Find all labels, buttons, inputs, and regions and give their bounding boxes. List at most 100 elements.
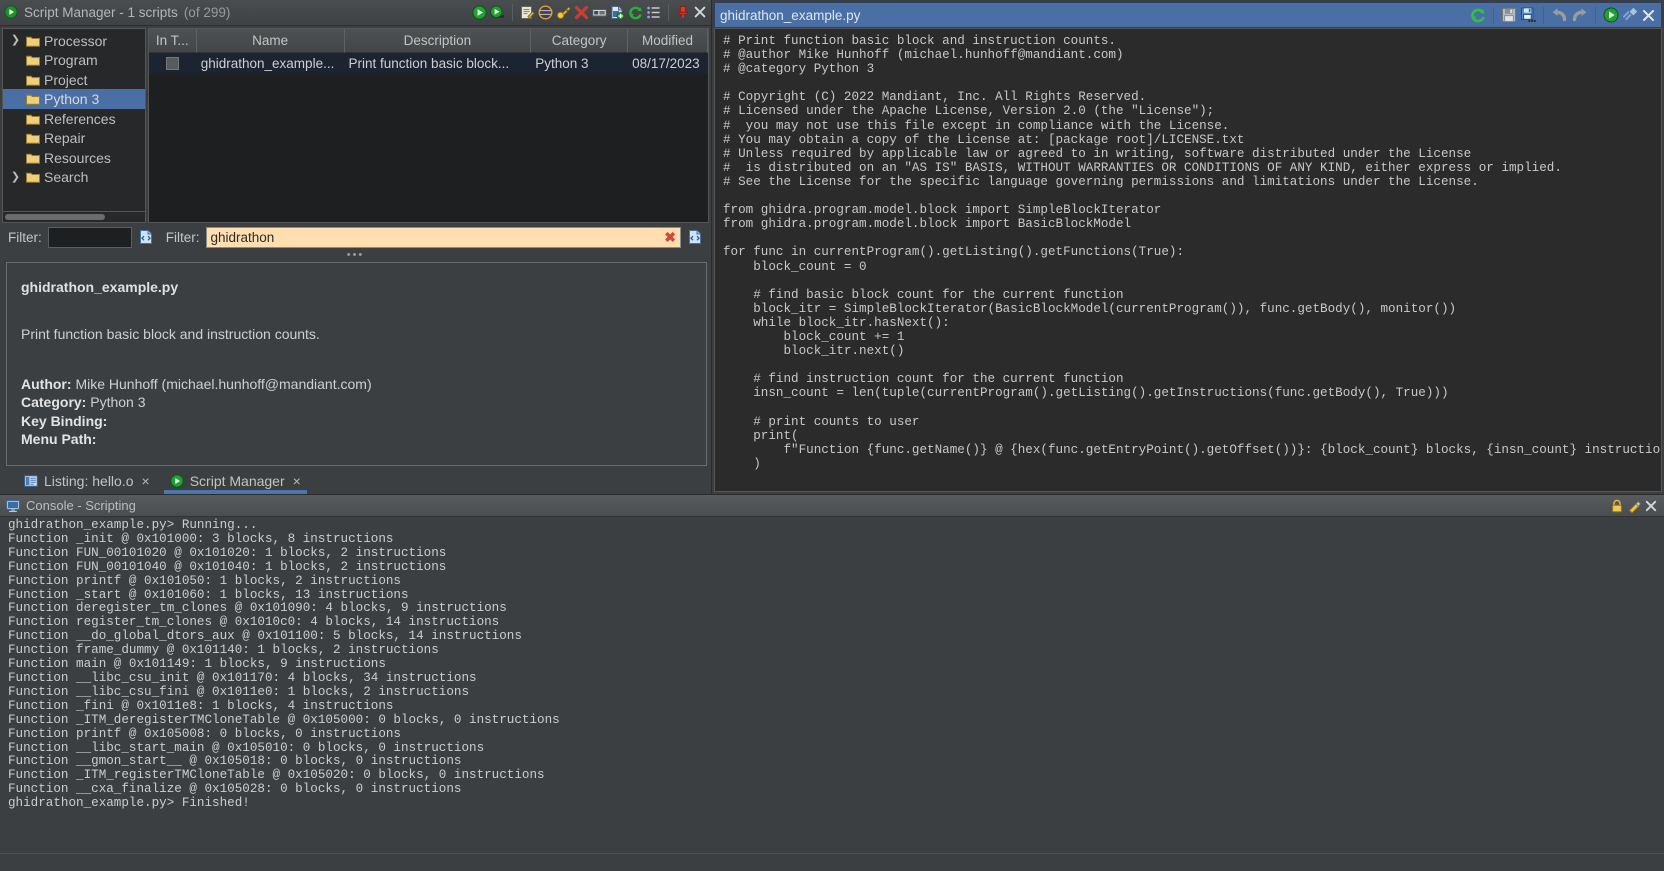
column-header-in-tool[interactable]: In T... (148, 28, 197, 53)
description-author-label: Author: (21, 375, 72, 392)
save-as-icon[interactable] (1520, 7, 1536, 23)
tab-listing[interactable]: Listing: hello.o × (14, 468, 160, 494)
editor-code-area[interactable]: # Print function basic block and instruc… (714, 28, 1662, 492)
tree-item-resources[interactable]: Resources (3, 148, 145, 168)
new-script-icon[interactable] (610, 5, 625, 20)
redo-icon[interactable] (1571, 7, 1588, 23)
script-table[interactable]: In T... Name Description Category Modifi… (147, 27, 709, 223)
folder-icon (26, 171, 40, 183)
splitter-handle[interactable]: ••• (0, 249, 711, 262)
tab-script-manager[interactable]: Script Manager × (160, 468, 311, 494)
close-window-icon[interactable] (693, 5, 707, 19)
tab-script-manager-close-icon[interactable]: × (293, 473, 301, 489)
listing-icon (24, 474, 38, 488)
tree-item-label: Processor (44, 32, 108, 49)
column-header-category[interactable]: Category (531, 28, 629, 53)
description-author-value: Mike Hunhoff (michael.hunhoff@mandiant.c… (75, 375, 372, 392)
console-window: Console - Scripting ghidrathon_example.p… (0, 494, 1664, 871)
script-directories-icon[interactable] (646, 5, 661, 20)
refresh-icon[interactable] (628, 5, 643, 20)
column-header-modified[interactable]: Modified (628, 28, 708, 53)
description-category-label: Category: (21, 394, 87, 411)
description-keybinding-label: Key Binding: (21, 412, 108, 429)
clear-filter-icon[interactable]: ✖ (664, 229, 676, 246)
console-icon (6, 499, 20, 513)
category-tree[interactable]: ❯ Processor Program Project Python 3 Ref… (2, 27, 146, 212)
script-manager-title: Script Manager - 1 scripts (24, 4, 178, 20)
tree-item-references[interactable]: References (3, 109, 145, 129)
tree-item-label: Project (44, 71, 88, 88)
cell-modified: 08/17/2023 (632, 55, 700, 71)
tree-item-search[interactable]: ❯ Search (3, 167, 145, 187)
editor-toolbar-separator-3 (1595, 6, 1596, 24)
filter-options-icon[interactable] (138, 229, 154, 245)
description-summary: Print function basic block and instructi… (21, 326, 320, 343)
tree-item-python-3[interactable]: Python 3 (3, 89, 145, 109)
description-metadata: Author: Mike Hunhoff (michael.hunhoff@ma… (21, 376, 692, 449)
key-binding-icon[interactable] (1622, 7, 1638, 23)
undo-icon[interactable] (1551, 7, 1568, 23)
key-binding-icon[interactable] (556, 5, 571, 20)
tab-listing-close-icon[interactable]: × (142, 473, 150, 489)
toolbar-separator-2 (668, 3, 669, 21)
clear-console-icon[interactable] (1627, 499, 1641, 513)
lock-icon[interactable] (1610, 499, 1624, 513)
tree-filter-input[interactable] (47, 226, 132, 248)
window-tab-bar: Listing: hello.o × Script Manager × (0, 468, 711, 494)
run-script-icon[interactable] (472, 5, 487, 20)
folder-icon (26, 54, 40, 66)
cell-category: Python 3 (535, 55, 589, 71)
pin-window-icon[interactable] (676, 5, 690, 19)
edit-script-icon[interactable] (520, 5, 535, 20)
editor-code-text: # Print function basic block and instruc… (723, 34, 1661, 471)
refresh-icon[interactable] (1470, 7, 1486, 23)
delete-script-icon[interactable] (574, 5, 589, 20)
table-filter-label: Filter: (165, 229, 200, 245)
close-icon[interactable] (1641, 8, 1656, 23)
tree-horizontal-scrollbar[interactable] (2, 211, 146, 223)
tree-item-project[interactable]: Project (3, 70, 145, 90)
category-tree-panel: ❯ Processor Program Project Python 3 Ref… (0, 25, 148, 223)
column-header-description[interactable]: Description (344, 28, 532, 53)
table-header-row: In T... Name Description Category Modifi… (148, 28, 708, 53)
script-editor-window: ghidrathon_example.py # Print function b… (712, 0, 1664, 494)
console-output-area[interactable]: ghidrathon_example.py> Running... Functi… (0, 517, 1664, 853)
editor-toolbar-separator (1493, 6, 1494, 24)
tree-item-label: Repair (44, 130, 86, 147)
editor-toolbar (1470, 6, 1656, 24)
tree-item-processor[interactable]: ❯ Processor (3, 31, 145, 51)
folder-icon (26, 152, 40, 164)
description-menupath-line: Menu Path: (21, 431, 692, 449)
tree-item-program[interactable]: Program (3, 50, 145, 70)
status-bar (0, 853, 1664, 871)
tree-item-label: Python 3 (44, 91, 100, 108)
script-manager-title-bar: Script Manager - 1 scripts (of 299) (0, 0, 711, 26)
description-script-name: ghidrathon_example.py (21, 278, 179, 295)
save-icon[interactable] (1501, 7, 1517, 23)
table-filter-input[interactable]: ghidrathon ✖ (205, 226, 681, 248)
console-title: Console - Scripting (26, 498, 136, 513)
cell-name: ghidrathon_example... (200, 55, 335, 71)
filter-options-icon[interactable] (687, 229, 703, 245)
tab-script-manager-label: Script Manager (189, 473, 285, 489)
editor-title: ghidrathon_example.py (720, 7, 861, 23)
run-script-icon[interactable] (1603, 7, 1619, 23)
run-script-icon (4, 5, 18, 20)
close-icon[interactable] (1644, 499, 1658, 513)
run-last-script-icon[interactable] (490, 5, 505, 20)
chevron-right-icon[interactable]: ❯ (11, 171, 20, 183)
table-filter-value: ghidrathon (210, 229, 275, 245)
rename-script-icon[interactable] (592, 5, 607, 20)
folder-icon (26, 35, 40, 47)
top-area: Script Manager - 1 scripts (of 299) ❯ Pr… (0, 0, 1664, 494)
table-row[interactable]: ghidrathon_example... Print function bas… (148, 52, 708, 74)
description-category-value: Python 3 (90, 394, 146, 411)
tree-item-repair[interactable]: Repair (3, 128, 145, 148)
edit-with-basic-editor-icon[interactable] (538, 5, 553, 20)
run-script-icon (170, 474, 184, 488)
column-header-name[interactable]: Name (196, 28, 345, 53)
chevron-right-icon[interactable]: ❯ (11, 35, 20, 46)
in-tool-checkbox[interactable] (166, 56, 180, 70)
cell-in-tool[interactable] (149, 53, 197, 74)
description-keybinding-line: Key Binding: (21, 413, 692, 431)
